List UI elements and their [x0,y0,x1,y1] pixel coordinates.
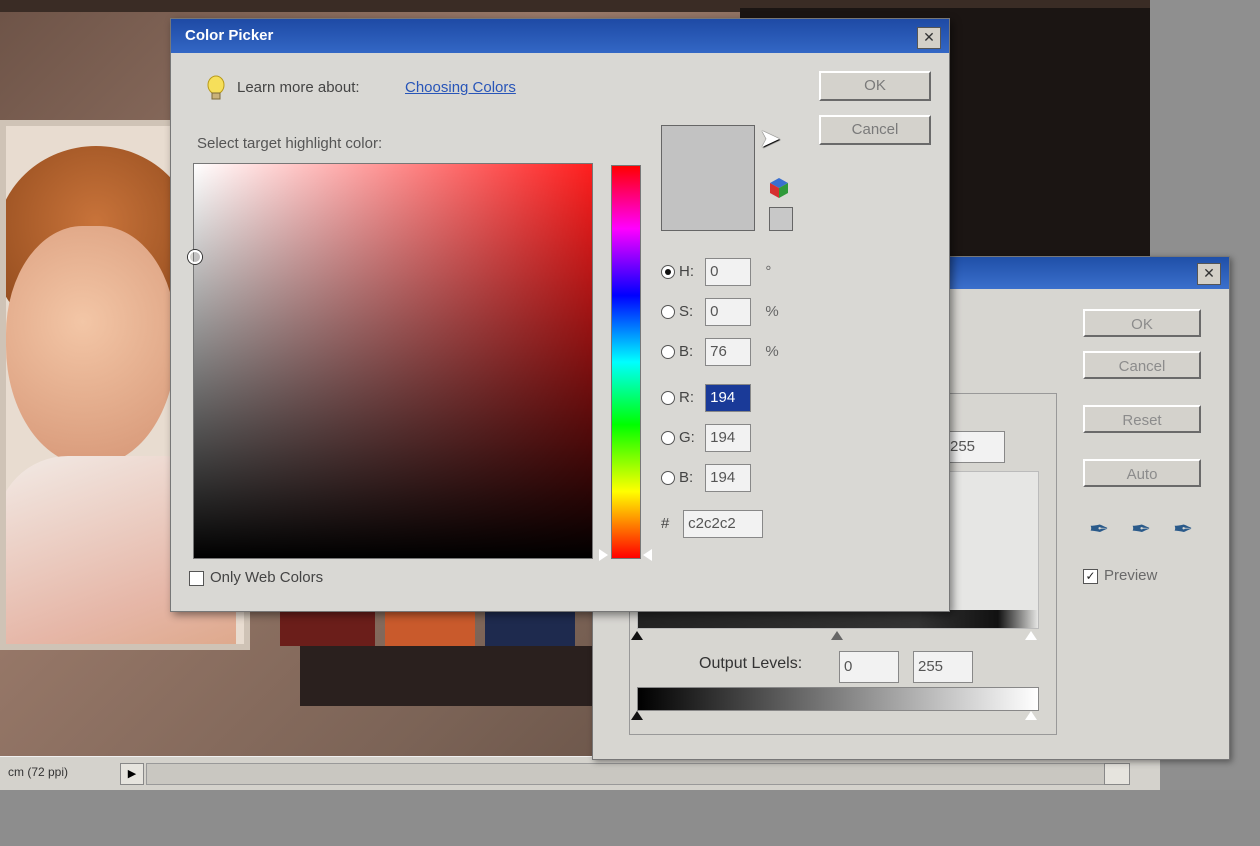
levels-preview-checkbox[interactable]: ✓ Preview [1083,567,1157,584]
input-black-slider-handle[interactable] [631,631,643,640]
hue-row: H: 0 ° [661,257,771,287]
color-field-marker[interactable] [188,250,202,264]
brightness-unit: % [765,343,779,360]
saturation-label: S: [679,303,694,320]
horizontal-scrollbar[interactable] [146,763,1118,785]
saturation-row: S: 0 % [661,297,779,327]
checkbox-check-icon: ✓ [1083,568,1098,584]
blue-label: B: [679,469,694,486]
hue-slider-arrow-left-icon[interactable] [599,549,608,561]
workspace-bottom [0,790,1260,846]
hue-label: H: [679,263,694,280]
color-picker-close-button[interactable]: ✕ [917,27,941,49]
hex-label: # [661,515,670,532]
hex-input[interactable]: c2c2c2 [683,510,764,539]
color-card-orange [385,606,475,646]
saturation-radio[interactable] [661,305,675,320]
hue-slider-arrow-right-icon[interactable] [643,549,652,561]
web-safe-swatch[interactable] [769,207,793,231]
input-white-field[interactable]: 255 [945,431,1005,463]
green-radio[interactable] [661,431,675,446]
color-picker-title: Color Picker [185,27,274,44]
green-row: G: 194 [661,423,752,453]
output-gradient-bar [637,687,1039,711]
hue-slider[interactable] [611,165,641,559]
output-levels-label: Output Levels: [699,655,803,672]
status-zoom-text: cm (72 ppi) [8,765,69,779]
color-picker-titlebar[interactable]: Color Picker ✕ [171,19,949,53]
levels-preview-label: Preview [1104,567,1158,584]
blue-row: B: 194 [661,463,752,493]
input-gamma-slider-handle[interactable] [831,631,843,640]
blue-input[interactable]: 194 [705,464,752,493]
gray-eyedropper-icon[interactable]: ✒ [1131,515,1151,544]
brightness-label: B: [679,343,694,360]
levels-cancel-button[interactable]: Cancel [1083,351,1201,379]
only-web-colors-label: Only Web Colors [210,569,324,586]
levels-auto-button[interactable]: Auto [1083,459,1201,487]
green-label: G: [679,429,695,446]
red-label: R: [679,389,694,406]
saturation-input[interactable]: 0 [705,298,752,327]
status-menu-arrow-icon[interactable]: ▶ [120,763,144,785]
input-levels-slider[interactable] [631,627,1037,643]
lightbulb-icon [207,75,225,100]
red-row: R: 194 [661,383,752,413]
green-input[interactable]: 194 [705,424,752,453]
black-eyedropper-icon[interactable]: ✒ [1089,515,1109,544]
learn-more-label: Learn more about: [237,79,360,96]
color-field[interactable] [188,163,593,559]
levels-reset-button[interactable]: Reset [1083,405,1201,433]
color-card-blue [485,606,575,646]
output-levels-slider[interactable] [631,709,1037,723]
target-color-label: Select target highlight color: [197,135,383,152]
brightness-input[interactable]: 76 [705,338,752,367]
hue-unit: ° [765,263,772,280]
hex-row: # c2c2c2 [661,509,764,539]
hue-input[interactable]: 0 [705,258,752,287]
saturation-unit: % [765,303,779,320]
hue-radio[interactable] [661,265,675,280]
output-white-slider-handle[interactable] [1025,711,1037,720]
brightness-radio[interactable] [661,345,675,360]
levels-ok-button[interactable]: OK [1083,309,1201,337]
only-web-colors-checkbox[interactable]: Only Web Colors [189,569,323,586]
current-color-swatch [661,125,755,231]
red-radio[interactable] [661,391,675,406]
white-eyedropper-icon[interactable]: ✒ [1173,515,1193,544]
mouse-cursor-icon: ➤ [759,123,781,153]
color-picker-dialog: Color Picker ✕ Learn more about: Choosin… [170,18,950,612]
levels-close-button[interactable]: ✕ [1197,263,1221,285]
output-black-slider-handle[interactable] [631,711,643,720]
blue-radio[interactable] [661,471,675,486]
choosing-colors-link[interactable]: Choosing Colors [405,79,516,96]
brightness-row: B: 76 % [661,337,779,367]
color-card-dark [300,646,600,706]
color-picker-ok-button[interactable]: OK [819,71,931,101]
color-card-red [280,606,375,646]
red-input[interactable]: 194 [705,384,752,413]
scrollbar-corner [1104,763,1130,785]
color-picker-cancel-button[interactable]: Cancel [819,115,931,145]
gamut-warning-cube-icon[interactable] [769,177,789,199]
output-black-field[interactable]: 0 [839,651,899,683]
document-status-bar: cm (72 ppi) ▶ [0,756,1160,793]
output-white-field[interactable]: 255 [913,651,973,683]
histogram-bars [638,610,1038,628]
input-white-slider-handle[interactable] [1025,631,1037,640]
photo-face [6,226,176,466]
checkbox-icon [189,570,204,586]
